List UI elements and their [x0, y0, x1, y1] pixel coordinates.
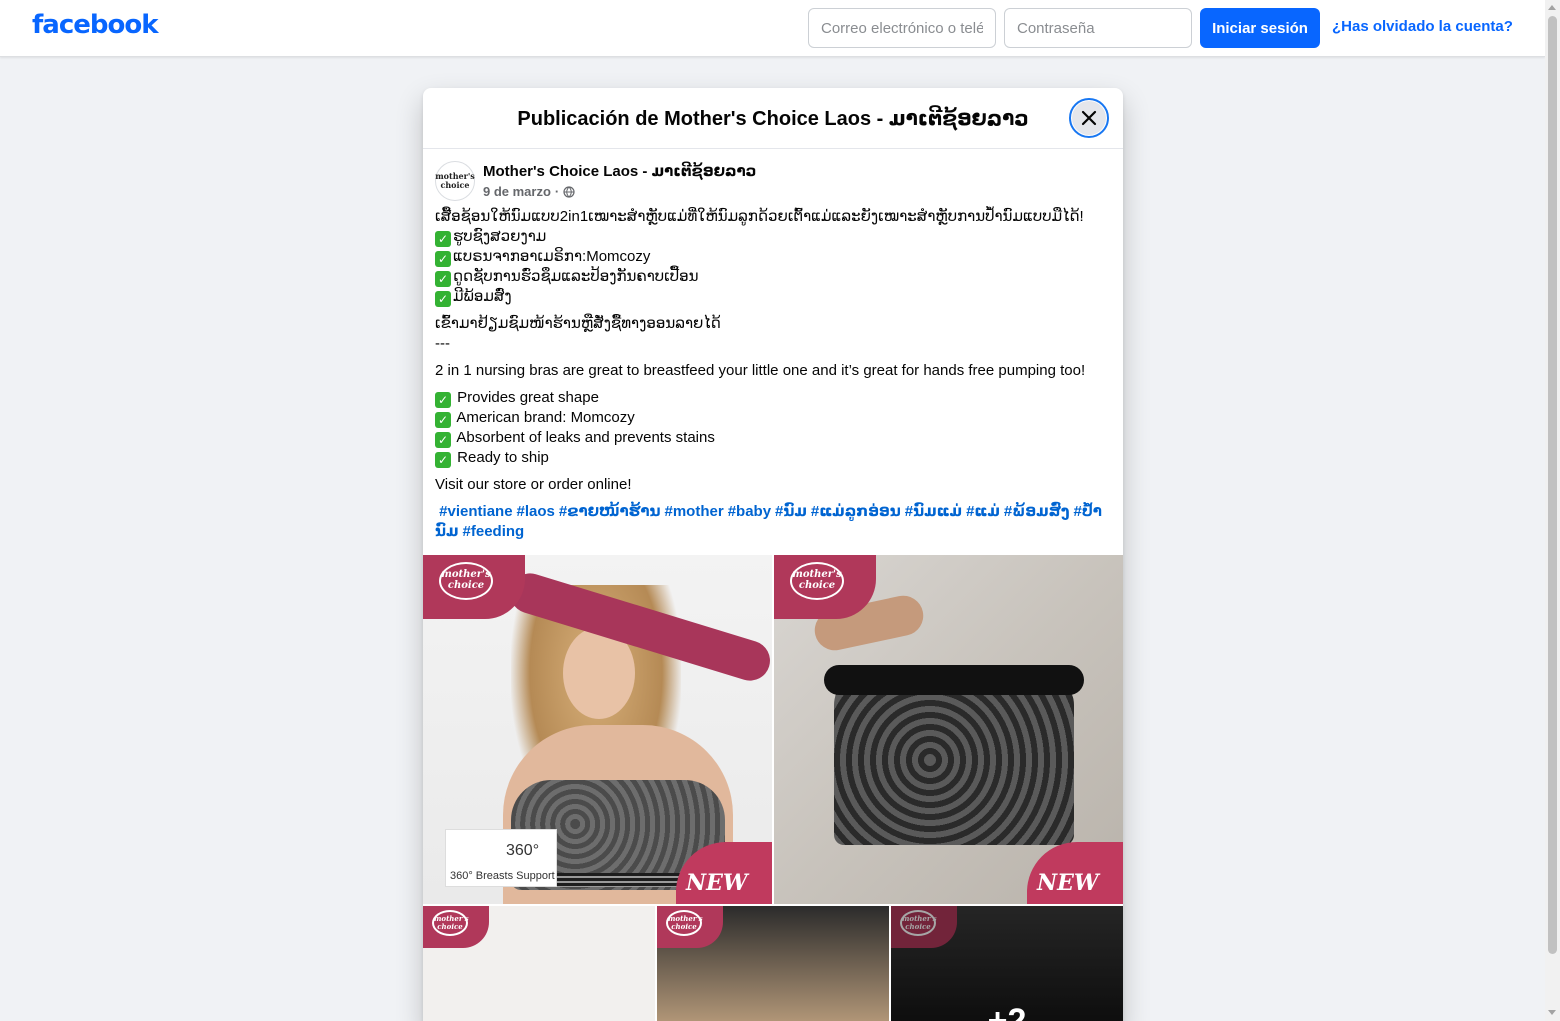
post-text: ເສື້ອຊ້ອນໃຫ້ນົມແບບ2in1ເໝາະສຳຫຼັບແມ່ທີ່ໃຫ…	[423, 207, 1123, 542]
check-mark-icon: ✓	[435, 392, 451, 408]
support-label: 360° Breasts Support	[450, 870, 555, 882]
page-scrollbar[interactable]	[1545, 0, 1560, 1021]
hashtag-link[interactable]: #ຂາຍໜ້າຮ້ານ	[559, 503, 661, 520]
lao-point: ✓ ແບຣນຈາກອາເມຣິກາ:Momcozy	[435, 247, 1111, 267]
photo-bra-shape	[834, 675, 1074, 845]
support-label-box: 360° 360° Breasts Support	[445, 829, 557, 887]
modal-title: Publicación de Mother's Choice Laos - ມາ…	[517, 108, 1029, 130]
check-mark-icon: ✓	[435, 452, 451, 468]
check-mark-icon: ✓	[435, 432, 451, 448]
lao-point: ✓ ດູດຊັບການຮົ່ວຊຶມແລະປ້ອງກັນຄາບເປື້ອນ	[435, 267, 1111, 287]
hashtag-link[interactable]: #ແມ່	[966, 503, 1000, 520]
english-point: ✓ Ready to ship	[435, 448, 1111, 468]
login-button[interactable]: Iniciar sesión	[1200, 8, 1320, 48]
post-modal: Publicación de Mother's Choice Laos - ມາ…	[423, 88, 1123, 1021]
post-date[interactable]: 9 de marzo	[483, 184, 551, 199]
photo-grid-bottom: mother's choice mother's choice mother's…	[423, 906, 1123, 1021]
photo-model-front[interactable]: mother's choice	[423, 906, 655, 1021]
brand-badge: mother's choice	[423, 555, 525, 619]
lao-point: ✓ ມີພ້ອມສົ່ງ	[435, 287, 1111, 307]
top-navbar: facebook Iniciar sesión ¿Has olvidado la…	[0, 0, 1545, 57]
page-name-link[interactable]: Mother's Choice Laos - ມາເຕີຊ້ອຍລາວ	[483, 162, 756, 180]
photo-grid-top: mother's choice 360° 360° Breasts Suppor…	[423, 555, 1123, 904]
check-mark-icon: ✓	[435, 412, 451, 428]
photo-model-bra[interactable]: mother's choice 360° 360° Breasts Suppor…	[423, 555, 772, 904]
brand-badge: mother's choice	[423, 906, 489, 948]
lao-outro: ເຂົ້າມາຢ້ຽມຊົມໜ້າຮ້ານຫຼືສັ່ງຊື້ທາງອອນລາຍ…	[435, 315, 721, 332]
scroll-up-arrow[interactable]	[1548, 5, 1556, 10]
modal-header: Publicación de Mother's Choice Laos - ມາ…	[423, 88, 1123, 149]
lao-intro: ເສື້ອຊ້ອນໃຫ້ນົມແບບ2in1ເໝາະສຳຫຼັບແມ່ທີ່ໃຫ…	[435, 208, 1084, 225]
globe-icon[interactable]	[563, 185, 575, 198]
english-point: ✓ Provides great shape	[435, 388, 1111, 408]
check-mark-icon: ✓	[435, 271, 451, 287]
close-button[interactable]	[1069, 98, 1109, 138]
page-avatar[interactable]: mother's choice	[435, 161, 475, 201]
hashtag-link[interactable]: #vientiane	[439, 503, 512, 520]
hashtag-link[interactable]: #ນົມ	[775, 503, 807, 520]
scroll-down-arrow[interactable]	[1548, 1010, 1556, 1015]
check-mark-icon: ✓	[435, 251, 451, 267]
avatar-text-line2: choice	[440, 180, 470, 190]
hashtag-link[interactable]: #baby	[728, 503, 771, 520]
english-intro: 2 in 1 nursing bras are great to breastf…	[435, 362, 1086, 379]
support-degrees: 360°	[506, 842, 540, 859]
english-outro: Visit our store or order online!	[435, 476, 632, 493]
brand-badge: mother's choice	[657, 906, 723, 948]
brand-badge: mother's choice	[774, 555, 876, 619]
photo-strap-detail[interactable]: mother's choice	[657, 906, 889, 1021]
brand-logo: mother's choice	[790, 562, 844, 600]
english-point: ✓ American brand: Momcozy	[435, 408, 1111, 428]
check-mark-icon: ✓	[435, 231, 451, 247]
lao-point: ✓ ຮູບຊົງສວຍງາມ	[435, 227, 1111, 247]
brand-logo: mother's choice	[439, 562, 493, 600]
email-input[interactable]	[808, 8, 996, 48]
hashtag-link[interactable]: #ພ້ອມສົ່ງ	[1004, 503, 1070, 520]
meta-separator: ·	[554, 184, 560, 199]
hashtag-link[interactable]: #ນົມແມ່	[905, 503, 962, 520]
post-header: mother's choice Mother's Choice Laos - ມ…	[423, 149, 1123, 207]
hashtag-link[interactable]: #feeding	[463, 523, 525, 540]
forgot-account-link[interactable]: ¿Has olvidado la cuenta?	[1332, 18, 1513, 35]
brand-logo: mother's choice	[666, 910, 703, 936]
divider-text: ---	[435, 335, 450, 352]
new-badge: NEW	[1027, 842, 1123, 904]
brand-logo: mother's choice	[432, 910, 469, 936]
photo-more[interactable]: mother's choice +2	[891, 906, 1123, 1021]
hashtag-link[interactable]: #ແມ່ລູກອ່ອນ	[811, 503, 901, 520]
hashtag-link[interactable]: #laos	[517, 503, 555, 520]
more-photos-overlay[interactable]: +2	[891, 906, 1123, 1021]
post-meta: 9 de marzo ·	[483, 184, 575, 199]
english-point: ✓ Absorbent of leaks and prevents stains	[435, 428, 1111, 448]
photo-bra-hanger[interactable]: mother's choice NEW	[774, 555, 1123, 904]
scroll-thumb[interactable]	[1548, 16, 1557, 954]
facebook-logo[interactable]: facebook	[32, 10, 159, 40]
close-icon	[1081, 110, 1097, 126]
hashtag-link[interactable]: #mother	[665, 503, 724, 520]
photo-hanger-shape	[824, 665, 1084, 695]
check-mark-icon: ✓	[435, 291, 451, 307]
hashtag-list: #vientiane #laos #ຂາຍໜ້າຮ້ານ #mother #baby #ນ…	[435, 502, 1111, 542]
password-input[interactable]	[1004, 8, 1192, 48]
